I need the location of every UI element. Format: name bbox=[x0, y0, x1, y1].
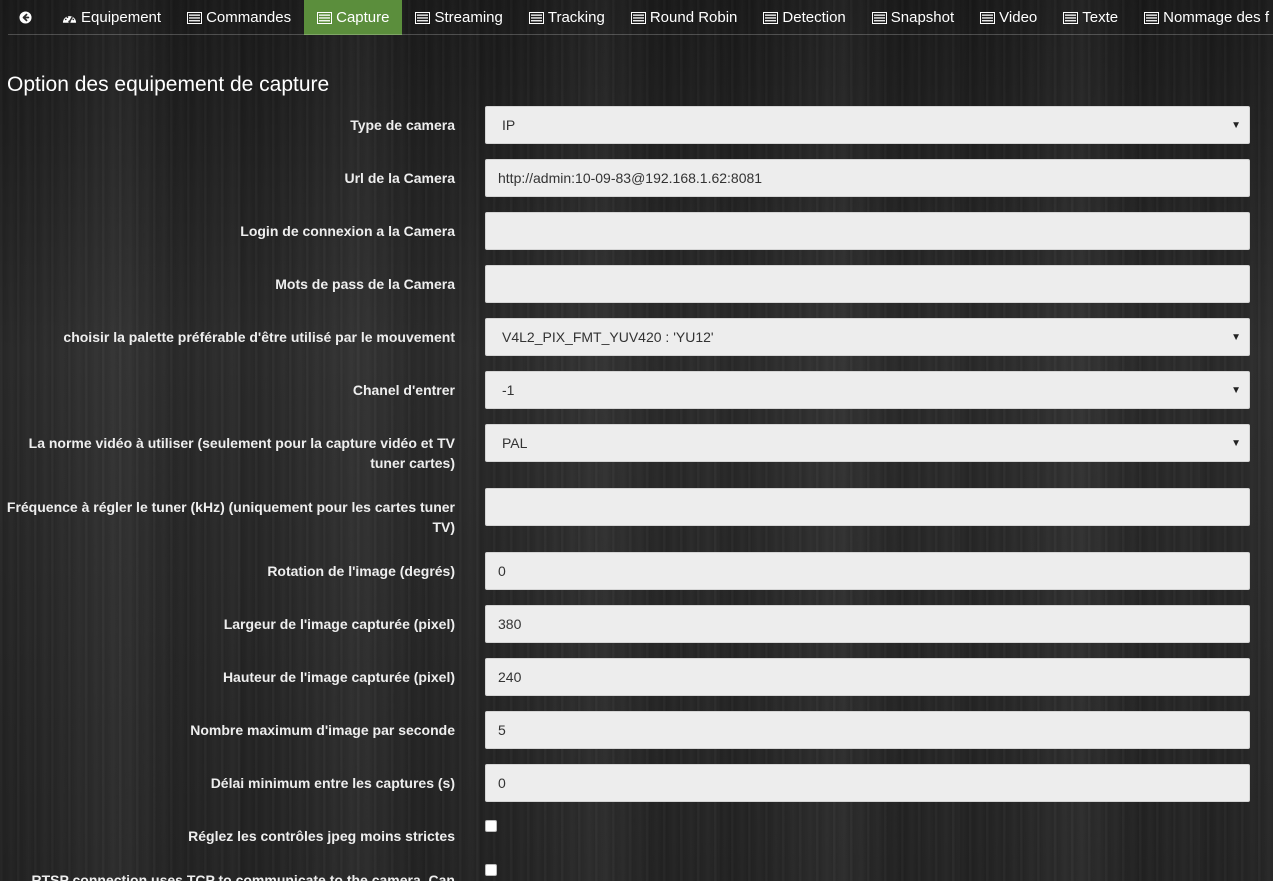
tab-label: Commandes bbox=[206, 9, 292, 26]
camera-password-label: Mots de pass de la Camera bbox=[275, 276, 455, 292]
list-alt-icon bbox=[1144, 11, 1160, 24]
tab-label: Detection bbox=[782, 9, 846, 26]
tab-label: Video bbox=[999, 9, 1038, 26]
camera-url-label: Url de la Camera bbox=[344, 170, 456, 186]
top-navbar: Equipement Commandes Capture Streaming T… bbox=[0, 0, 1273, 35]
tab-round-robin[interactable]: Round Robin bbox=[618, 0, 751, 35]
caret-down-icon: ▼ bbox=[1231, 331, 1241, 343]
camera-login-input[interactable] bbox=[485, 212, 1250, 250]
max-fps-label: Nombre maximum d'image par seconde bbox=[190, 722, 455, 738]
tab-label: Round Robin bbox=[649, 9, 738, 26]
palette-select[interactable]: V4L2_PIX_FMT_YUV420 : 'YU12' ▼ bbox=[485, 318, 1250, 356]
tab-label: Capture bbox=[336, 9, 390, 26]
width-label: Largeur de l'image capturée (pixel) bbox=[223, 616, 455, 632]
tab-streaming[interactable]: Streaming bbox=[402, 0, 515, 35]
camera-url-input[interactable] bbox=[485, 159, 1250, 197]
rtsp-tcp-checkbox[interactable] bbox=[485, 864, 497, 876]
jpeg-relaxed-checkbox[interactable] bbox=[485, 820, 497, 832]
min-delay-label: Délai minimum entre les captures (s) bbox=[210, 775, 455, 791]
tuner-frequency-label: Fréquence à régler le tuner (kHz) (uniqu… bbox=[6, 499, 455, 535]
list-alt-icon bbox=[980, 11, 996, 24]
tab-tracking[interactable]: Tracking bbox=[516, 0, 618, 35]
camera-password-input[interactable] bbox=[485, 265, 1250, 303]
list-alt-icon bbox=[415, 11, 431, 24]
tab-capture[interactable]: Capture bbox=[304, 0, 403, 35]
video-norm-select[interactable]: PAL ▼ bbox=[485, 424, 1250, 462]
input-channel-value: -1 bbox=[502, 382, 515, 398]
input-channel-label: Chanel d'entrer bbox=[352, 382, 455, 398]
palette-value: V4L2_PIX_FMT_YUV420 : 'YU12' bbox=[502, 329, 714, 345]
width-input[interactable] bbox=[485, 605, 1250, 643]
caret-down-icon: ▼ bbox=[1231, 437, 1241, 449]
rotation-label: Rotation de l'image (degrés) bbox=[267, 563, 455, 579]
height-label: Hauteur de l'image capturée (pixel) bbox=[222, 669, 455, 685]
palette-label: choisir la palette préférable d'être uti… bbox=[63, 329, 455, 345]
back-button[interactable] bbox=[0, 0, 49, 35]
jpeg-relaxed-label: Réglez les contrôles jpeg moins strictes bbox=[188, 828, 455, 844]
tab-label: Equipement bbox=[81, 9, 162, 26]
tab-detection[interactable]: Detection bbox=[750, 0, 858, 35]
video-norm-value: PAL bbox=[502, 435, 528, 451]
list-alt-icon bbox=[1063, 11, 1079, 24]
rtsp-tcp-label: RTSP connection uses TCP to communicate … bbox=[31, 872, 455, 881]
tab-label: Streaming bbox=[434, 9, 503, 26]
tab-label: Tracking bbox=[547, 9, 605, 26]
tab-label: Texte bbox=[1082, 9, 1119, 26]
camera-type-select[interactable]: IP ▼ bbox=[485, 106, 1250, 144]
arrow-circle-left-icon bbox=[19, 11, 32, 24]
rotation-input[interactable] bbox=[485, 552, 1250, 590]
tab-snapshot[interactable]: Snapshot bbox=[859, 0, 967, 35]
tab-nommage[interactable]: Nommage des f bbox=[1131, 0, 1273, 35]
camera-type-value: IP bbox=[502, 117, 516, 133]
list-alt-icon bbox=[871, 11, 887, 24]
list-alt-icon bbox=[317, 11, 333, 24]
tab-video[interactable]: Video bbox=[967, 0, 1050, 35]
list-alt-icon bbox=[528, 11, 544, 24]
input-channel-select[interactable]: -1 ▼ bbox=[485, 371, 1250, 409]
height-input[interactable] bbox=[485, 658, 1250, 696]
min-delay-input[interactable] bbox=[485, 764, 1250, 802]
tab-texte[interactable]: Texte bbox=[1050, 0, 1131, 35]
caret-down-icon: ▼ bbox=[1231, 119, 1241, 131]
tab-label: Snapshot bbox=[890, 9, 955, 26]
max-fps-input[interactable] bbox=[485, 711, 1250, 749]
list-alt-icon bbox=[187, 11, 203, 24]
camera-login-label: Login de connexion a la Camera bbox=[240, 223, 455, 239]
list-alt-icon bbox=[763, 11, 779, 24]
tuner-frequency-input[interactable] bbox=[485, 488, 1250, 526]
tab-commandes[interactable]: Commandes bbox=[174, 0, 304, 35]
tab-label: Nommage des f bbox=[1163, 9, 1269, 26]
video-norm-label: La norme vidéo à utiliser (seulement pou… bbox=[28, 435, 455, 471]
camera-type-label: Type de camera bbox=[350, 117, 455, 133]
dashboard-icon bbox=[62, 12, 77, 24]
page-title: Option des equipement de capture bbox=[7, 73, 330, 96]
caret-down-icon: ▼ bbox=[1231, 384, 1241, 396]
tab-equipement[interactable]: Equipement bbox=[49, 0, 174, 35]
list-alt-icon bbox=[630, 11, 646, 24]
